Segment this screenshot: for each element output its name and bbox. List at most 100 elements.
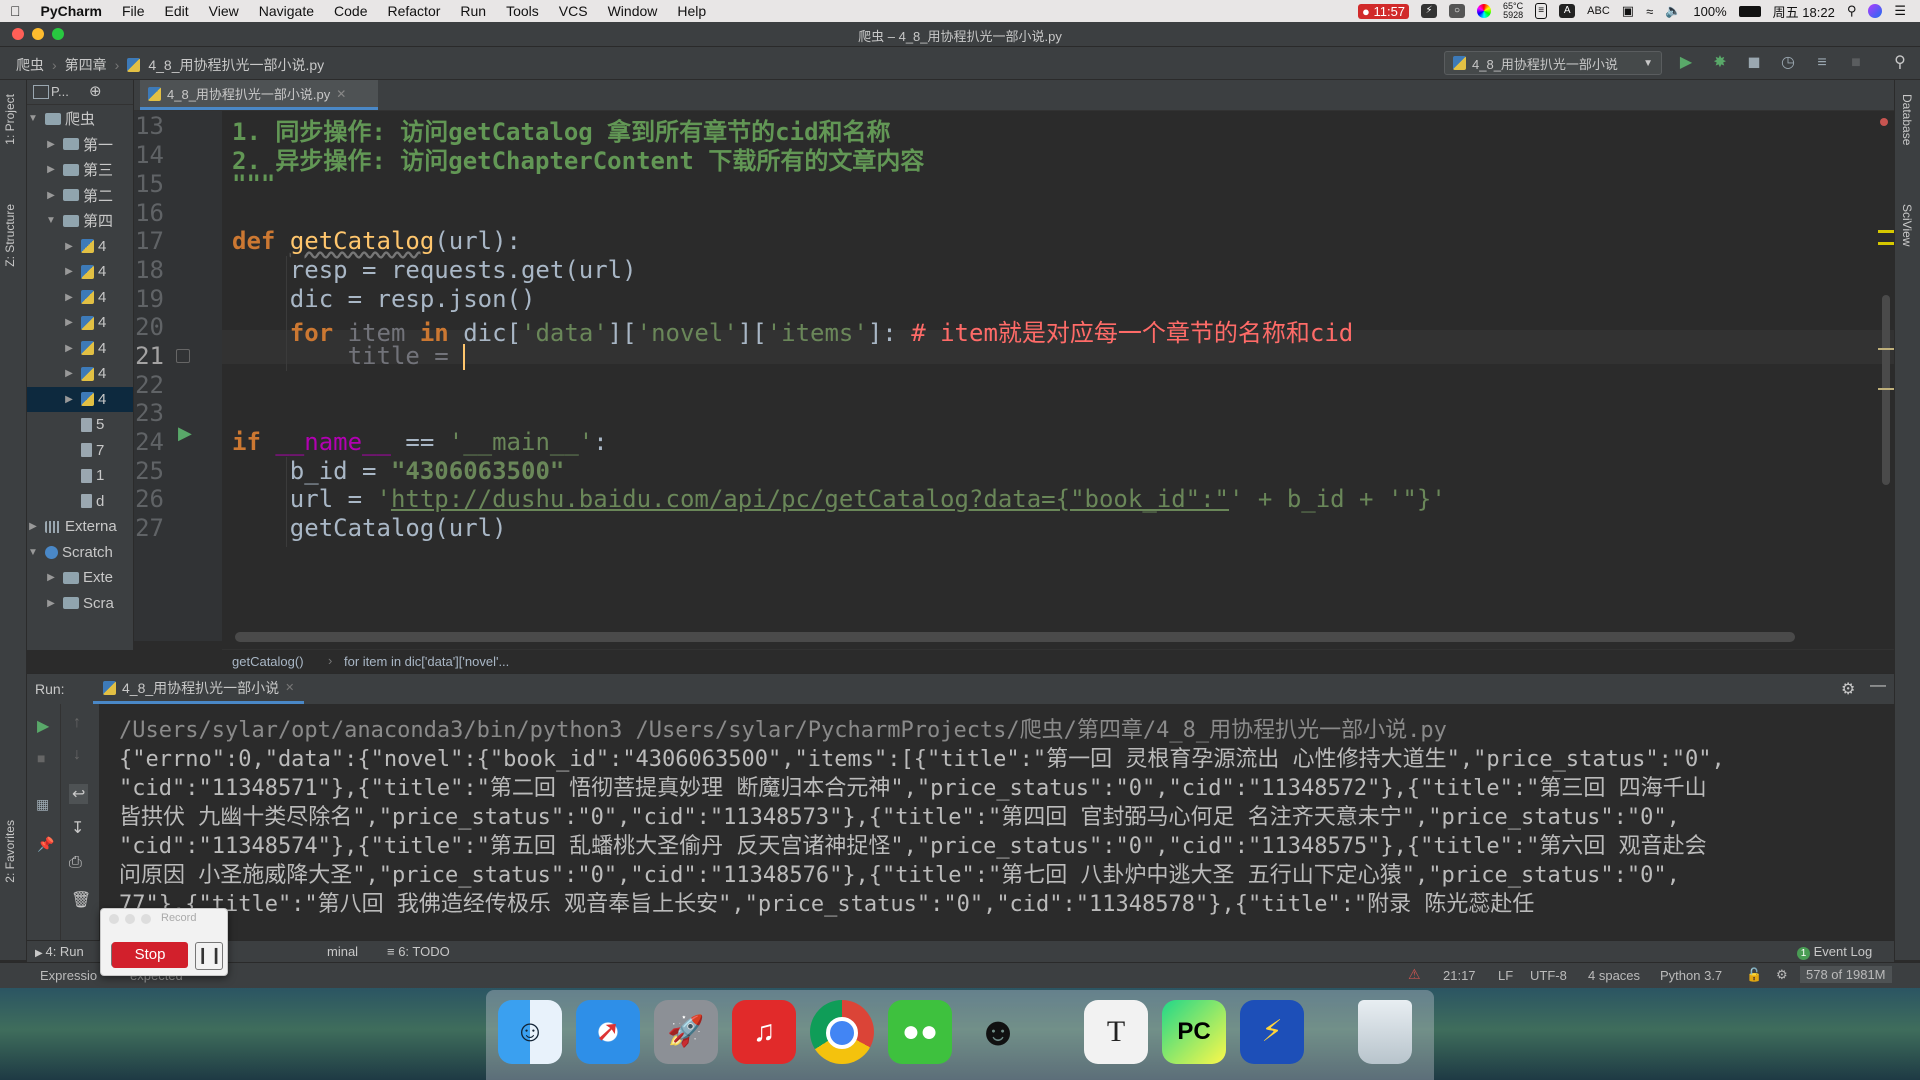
menu-app-name[interactable]: PyCharm	[31, 3, 112, 19]
project-tree-item[interactable]: ▶ 4	[27, 234, 133, 259]
trash-console-icon[interactable]: 🗑	[71, 890, 91, 910]
menu-file[interactable]: File	[112, 3, 155, 19]
git-icon[interactable]: ⚙	[1776, 967, 1788, 983]
chevron-down-icon[interactable]: ▼	[45, 215, 57, 226]
color-wheel-icon[interactable]	[1477, 4, 1492, 18]
caret-position[interactable]: 21:17	[1443, 968, 1476, 983]
project-tree-item[interactable]: ▶ 4	[27, 386, 133, 412]
favorites-tool-tab[interactable]: 2: Favorites	[3, 820, 17, 883]
thunder-icon[interactable]: ⚡	[1240, 1000, 1304, 1064]
warning-icon[interactable]: ⚠	[1408, 966, 1421, 983]
run-configuration-select[interactable]: 4_8_用协程扒光一部小说 ▼	[1444, 51, 1662, 75]
close-icon[interactable]: ✕	[285, 681, 294, 694]
cpu-temp[interactable]: 65°C 5928	[1503, 2, 1523, 20]
project-tree-item[interactable]: 5	[27, 412, 133, 437]
wechat-icon[interactable]: ●●	[888, 1000, 952, 1064]
project-tree-item[interactable]: ▶ 4	[27, 259, 133, 284]
code-breadcrumb-loop[interactable]: for item in dic['data']['novel'...	[344, 654, 509, 669]
chevron-right-icon[interactable]: ▶	[45, 598, 57, 609]
bolt-icon[interactable]: ⚡	[1421, 4, 1438, 18]
project-tool-tab[interactable]: 1: Project	[3, 94, 17, 145]
typora-icon[interactable]: T	[1084, 1000, 1148, 1064]
close-icon[interactable]: ✕	[336, 87, 346, 101]
scroll-up-icon[interactable]: ↑	[73, 714, 81, 732]
url-link[interactable]: http://dushu.baidu.com/api/pc/getCatalog…	[391, 485, 1229, 513]
chevron-right-icon[interactable]: ▶	[63, 241, 75, 252]
line-separator[interactable]: LF	[1498, 968, 1513, 983]
crumb-file[interactable]: 4_8_用协程扒光一部小说.py	[148, 55, 324, 75]
trash-icon[interactable]	[1358, 1000, 1412, 1064]
structure-tool-tab[interactable]: Z: Structure	[3, 204, 17, 267]
rerun-icon[interactable]: ▶	[37, 716, 49, 736]
menu-window[interactable]: Window	[598, 3, 668, 19]
notification-center-icon[interactable]: ☰	[1894, 3, 1906, 19]
project-tree-item[interactable]: ▶ Exte	[27, 565, 133, 590]
code-breadcrumb-function[interactable]: getCatalog()	[232, 654, 304, 669]
record-close-button[interactable]	[109, 914, 119, 924]
fold-marker-icon[interactable]	[176, 349, 190, 363]
display-icon[interactable]: ▣	[1622, 3, 1634, 19]
search-everywhere-icon[interactable]: ⚲	[1890, 53, 1910, 73]
project-tree-item[interactable]: ▶ 4	[27, 285, 133, 310]
locate-file-icon[interactable]: ⊕	[89, 82, 102, 100]
chevron-down-icon[interactable]: ▼	[27, 113, 39, 124]
run-tab[interactable]: 4_8_用协程扒光一部小说 ✕	[93, 674, 305, 704]
project-tree-item[interactable]: ▶ 4	[27, 310, 133, 335]
scroll-to-end-icon[interactable]: ↧	[71, 818, 84, 838]
launchpad-icon[interactable]: 🚀	[654, 1000, 718, 1064]
lock-icon[interactable]: 🔓	[1746, 967, 1762, 983]
project-tree-item[interactable]: ▼ Scratch	[27, 540, 133, 565]
layout-icon[interactable]: ▦	[36, 796, 49, 813]
wechat-status-icon[interactable]: ○	[1449, 4, 1466, 18]
menu-navigate[interactable]: Navigate	[249, 3, 324, 19]
siri-icon[interactable]	[1868, 4, 1883, 18]
input-source-icon[interactable]: A	[1559, 4, 1576, 18]
chevron-right-icon[interactable]: ▶	[63, 317, 75, 328]
todo-tool-button[interactable]: ≡ 6: TODO	[387, 944, 450, 959]
menu-vcs[interactable]: VCS	[549, 3, 598, 19]
indent-setting[interactable]: 4 spaces	[1588, 968, 1640, 983]
chevron-right-icon[interactable]: ▶	[45, 572, 57, 583]
minimize-panel-icon[interactable]: —	[1870, 677, 1886, 695]
print-icon[interactable]: ⎙	[69, 854, 82, 872]
python-interpreter[interactable]: Python 3.7	[1660, 968, 1722, 983]
run-console[interactable]: /Users/sylar/opt/anaconda3/bin/python3 /…	[99, 704, 1894, 940]
volume-icon[interactable]: 🔈	[1665, 3, 1681, 19]
event-log-button[interactable]: 1 Event Log	[1797, 944, 1872, 960]
project-tree-item[interactable]: ▶ 第二	[27, 183, 133, 208]
menubar-datetime[interactable]: 周五 18:22	[1773, 2, 1835, 21]
error-stripe-marker[interactable]	[1878, 348, 1894, 350]
stop-icon[interactable]: ■	[1846, 53, 1866, 73]
database-tool-tab[interactable]: Database	[1900, 94, 1914, 145]
memory-indicator[interactable]: 578 of 1981M	[1800, 966, 1892, 983]
clipboard-icon[interactable]: ≡	[1535, 3, 1548, 19]
chevron-right-icon[interactable]: ▶	[63, 292, 75, 303]
profile-icon[interactable]: ◷	[1778, 53, 1798, 73]
chevron-right-icon[interactable]: ▶	[27, 521, 39, 532]
project-tree-item[interactable]: ▶ Externa	[27, 514, 133, 539]
debug-icon[interactable]: ✸	[1710, 53, 1730, 73]
project-tree-item[interactable]: ▶ 第三	[27, 157, 133, 182]
project-tree-item[interactable]: ▶ Scra	[27, 591, 133, 616]
terminal-tool-button[interactable]: minal	[327, 944, 358, 959]
pin-icon[interactable]: 📌	[37, 836, 54, 853]
menu-tools[interactable]: Tools	[496, 3, 549, 19]
menu-refactor[interactable]: Refactor	[377, 3, 450, 19]
editor-vertical-scrollbar[interactable]	[1882, 295, 1890, 485]
menu-view[interactable]: View	[199, 3, 249, 19]
code-editor[interactable]: 1. 同步操作: 访问getCatalog 拿到所有章节的cid和名称 2. 异…	[222, 111, 1894, 641]
safari-icon[interactable]: ➚	[576, 1000, 640, 1064]
pycharm-icon[interactable]: PC	[1162, 1000, 1226, 1064]
run-with-concurrency-icon[interactable]: ≡	[1812, 53, 1832, 73]
file-encoding[interactable]: UTF-8	[1530, 968, 1567, 983]
project-tree-item[interactable]: d	[27, 489, 133, 514]
chevron-right-icon[interactable]: ▶	[63, 266, 75, 277]
run-icon[interactable]: ▶	[1676, 53, 1696, 73]
stop-recording-button[interactable]: Stop	[112, 942, 188, 968]
battery-percent[interactable]: 100%	[1693, 4, 1726, 19]
record-zoom-button[interactable]	[141, 914, 151, 924]
error-stripe-marker[interactable]	[1878, 230, 1894, 233]
project-tree-item[interactable]: ▼ 第四	[27, 208, 133, 233]
error-indicator-icon[interactable]	[1880, 118, 1888, 126]
menu-help[interactable]: Help	[667, 3, 716, 19]
